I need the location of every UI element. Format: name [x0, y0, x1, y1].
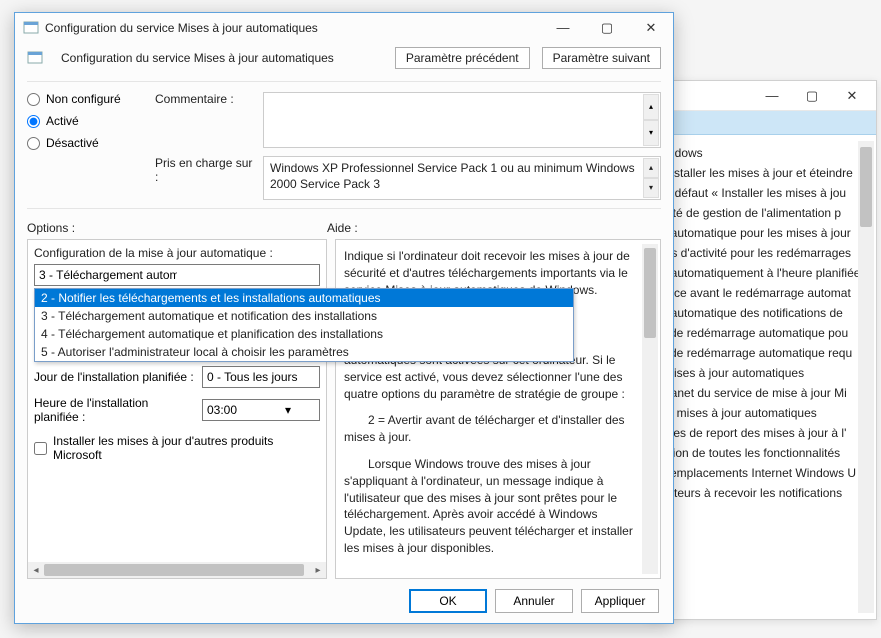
dropdown-item[interactable]: 2 - Notifier les téléchargements et les … — [35, 289, 573, 307]
policy-dialog: Configuration du service Mises à jour au… — [14, 12, 674, 624]
bg-maximize-button[interactable]: ▢ — [792, 81, 832, 111]
bg-toolbar — [648, 111, 876, 135]
bg-titlebar: — ▢ ✕ — [648, 81, 876, 111]
list-item[interactable]: ns de redémarrage automatique pou — [654, 323, 870, 343]
bg-close-button[interactable]: ✕ — [832, 81, 872, 111]
checkbox-label: Installer les mises à jour d'autres prod… — [53, 434, 320, 462]
cancel-button[interactable]: Annuler — [495, 589, 573, 613]
radio-disabled[interactable]: Désactivé — [27, 136, 147, 150]
state-radio-group: Non configuré Activé Désactivé — [27, 92, 147, 150]
radio-disabled-input[interactable] — [27, 137, 40, 150]
install-day-row: Jour de l'installation planifiée : 0 - T… — [34, 366, 320, 388]
spin-up-icon[interactable]: ▴ — [643, 158, 659, 178]
config-dropdown-label: Configuration de la mise à jour automati… — [28, 240, 326, 264]
help-scrollbar-thumb[interactable] — [644, 248, 656, 338]
list-item[interactable]: ge automatique des notifications de — [654, 303, 870, 323]
ok-button[interactable]: OK — [409, 589, 487, 613]
next-setting-button[interactable]: Paramètre suivant — [542, 47, 661, 69]
install-hour-select[interactable]: 03:00 ▾ — [202, 399, 320, 421]
radio-enabled-input[interactable] — [27, 115, 40, 128]
radio-enabled[interactable]: Activé — [27, 114, 147, 128]
install-day-label: Jour de l'installation planifiée : — [34, 370, 196, 384]
config-dropdown-list[interactable]: 2 - Notifier les téléchargements et les … — [34, 288, 574, 362]
scroll-left-icon[interactable]: ◂ — [28, 565, 44, 576]
list-item[interactable]: ge automatique pour les mises à jour — [654, 223, 870, 243]
apply-button[interactable]: Appliquer — [581, 589, 659, 613]
list-item[interactable]: Windows — [654, 143, 870, 163]
spin-up-icon[interactable]: ▴ — [643, 94, 659, 120]
list-item[interactable]: e Mises à jour automatiques — [654, 363, 870, 383]
help-label: Aide : — [327, 221, 358, 235]
spin-down-icon[interactable]: ▾ — [643, 120, 659, 146]
bg-minimize-button[interactable]: — — [752, 81, 792, 111]
scroll-thumb[interactable] — [44, 564, 304, 576]
header-label: Configuration du service Mises à jour au… — [61, 51, 383, 65]
other-products-checkbox[interactable]: Installer les mises à jour d'autres prod… — [34, 434, 320, 462]
list-item[interactable]: es emplacements Internet Windows U — [654, 463, 870, 483]
spin-down-icon[interactable]: ▾ — [643, 178, 659, 198]
install-day-select[interactable]: 0 - Tous les jours — [202, 366, 320, 388]
policy-icon — [23, 20, 39, 36]
list-item[interactable]: intranet du service de mise à jour Mi — [654, 383, 870, 403]
list-item[interactable]: strateurs à recevoir les notifications — [654, 483, 870, 503]
dropdown-item[interactable]: 4 - Téléchargement automatique et planif… — [35, 325, 573, 343]
supported-text: Windows XP Professionnel Service Pack 1 … — [263, 156, 661, 200]
divider — [27, 208, 661, 209]
list-item[interactable]: isation de toutes les fonctionnalités — [654, 443, 870, 463]
list-item[interactable]: ns de redémarrage automatique requ — [654, 343, 870, 363]
scroll-right-icon[interactable]: ▸ — [310, 565, 326, 576]
list-item[interactable]: tégies de report des mises à jour à l' — [654, 423, 870, 443]
background-window: — ▢ ✕ Windows « Installer les mises à jo… — [647, 80, 877, 620]
divider — [27, 81, 661, 82]
close-button[interactable]: ✕ — [629, 13, 673, 43]
bg-policy-list[interactable]: Windows « Installer les mises à jour et … — [648, 141, 870, 505]
help-scrollbar[interactable] — [642, 244, 658, 574]
comment-label: Commentaire : — [155, 92, 255, 106]
radio-label: Non configuré — [46, 92, 121, 106]
list-item[interactable]: par défaut « Installer les mises à jou — [654, 183, 870, 203]
list-item[interactable]: nalité de gestion de l'alimentation p — [654, 203, 870, 223]
dropdown-item[interactable]: 3 - Téléchargement automatique et notifi… — [35, 307, 573, 325]
header-row: Configuration du service Mises à jour au… — [15, 43, 673, 77]
minimize-button[interactable]: — — [541, 13, 585, 43]
options-horizontal-scrollbar[interactable]: ◂ ▸ — [28, 562, 326, 578]
install-hour-label: Heure de l'installation planifiée : — [34, 396, 196, 424]
radio-not-configured[interactable]: Non configuré — [27, 92, 147, 106]
dropdown-item[interactable]: 5 - Autoriser l'administrateur local à c… — [35, 343, 573, 361]
titlebar: Configuration du service Mises à jour au… — [15, 13, 673, 43]
other-products-checkbox-input[interactable] — [34, 442, 47, 455]
list-item[interactable]: éance avant le redémarrage automat — [654, 283, 870, 303]
chevron-down-icon: ▾ — [261, 403, 315, 417]
list-item[interactable]: ée automatiquement à l'heure planifiée — [654, 263, 870, 283]
options-label: Options : — [27, 221, 327, 235]
maximize-button[interactable]: ▢ — [585, 13, 629, 43]
dialog-button-row: OK Annuler Appliquer — [15, 579, 673, 623]
dialog-title: Configuration du service Mises à jour au… — [45, 21, 541, 35]
radio-label: Désactivé — [46, 136, 99, 150]
bg-content: Windows « Installer les mises à jour et … — [648, 135, 876, 619]
prev-setting-button[interactable]: Paramètre précédent — [395, 47, 530, 69]
install-hour-row: Heure de l'installation planifiée : 03:0… — [34, 396, 320, 424]
comment-textarea[interactable]: ▴ ▾ — [263, 92, 661, 148]
radio-not-configured-input[interactable] — [27, 93, 40, 106]
bg-scrollbar-thumb[interactable] — [860, 147, 872, 227]
list-item[interactable]: ures d'activité pour les redémarrages — [654, 243, 870, 263]
radio-label: Activé — [46, 114, 79, 128]
dropdown-current-value: 3 - Téléchargement automatique et notifi… — [39, 268, 177, 282]
options-panel: Configuration de la mise à jour automati… — [27, 239, 327, 579]
config-dropdown[interactable]: 3 - Téléchargement automatique et notifi… — [34, 264, 320, 286]
list-item[interactable]: « Installer les mises à jour et éteindre — [654, 163, 870, 183]
policy-icon — [27, 50, 43, 66]
bg-scrollbar[interactable] — [858, 141, 874, 613]
list-item[interactable]: des mises à jour automatiques — [654, 403, 870, 423]
supported-label: Pris en charge sur : — [155, 156, 255, 184]
